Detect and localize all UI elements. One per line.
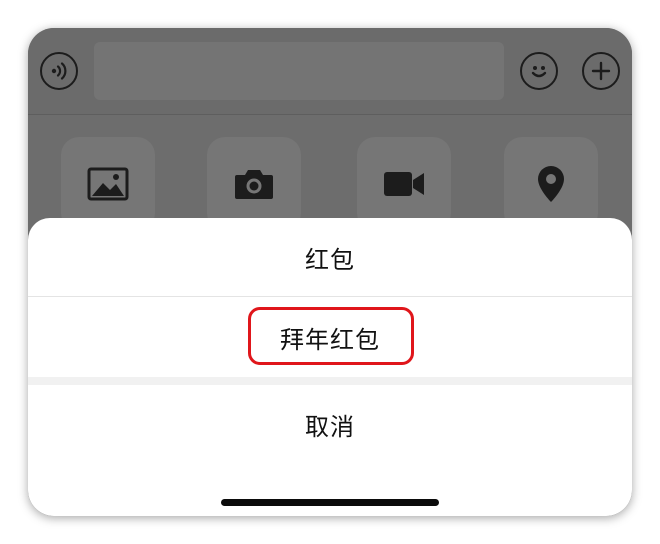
location-pin-icon (538, 166, 564, 202)
camera-icon (235, 170, 273, 199)
location-tile[interactable] (504, 137, 598, 231)
phone-screen: 红包 拜年红包 取消 (28, 28, 632, 516)
cancel-label: 取消 (305, 412, 355, 441)
voice-icon (51, 62, 67, 80)
video-call-tile[interactable] (357, 137, 451, 231)
chat-input-bar (28, 28, 632, 115)
sheet-separator (28, 377, 632, 385)
cancel-button[interactable]: 取消 (28, 385, 632, 463)
plus-icon (591, 61, 611, 81)
home-indicator[interactable] (221, 499, 439, 506)
highlight-box (248, 307, 414, 365)
more-functions-button[interactable] (582, 52, 620, 90)
image-icon (87, 167, 129, 201)
red-packet-option[interactable]: 红包 (28, 218, 632, 296)
red-packet-label: 红包 (305, 245, 355, 274)
video-camera-icon (384, 172, 424, 196)
message-input[interactable] (94, 42, 504, 100)
voice-input-button[interactable] (40, 52, 78, 90)
emoji-button[interactable] (520, 52, 558, 90)
action-sheet: 红包 拜年红包 取消 (28, 218, 632, 516)
emoji-icon (531, 66, 547, 78)
camera-tile[interactable] (207, 137, 301, 231)
album-tile[interactable] (61, 137, 155, 231)
